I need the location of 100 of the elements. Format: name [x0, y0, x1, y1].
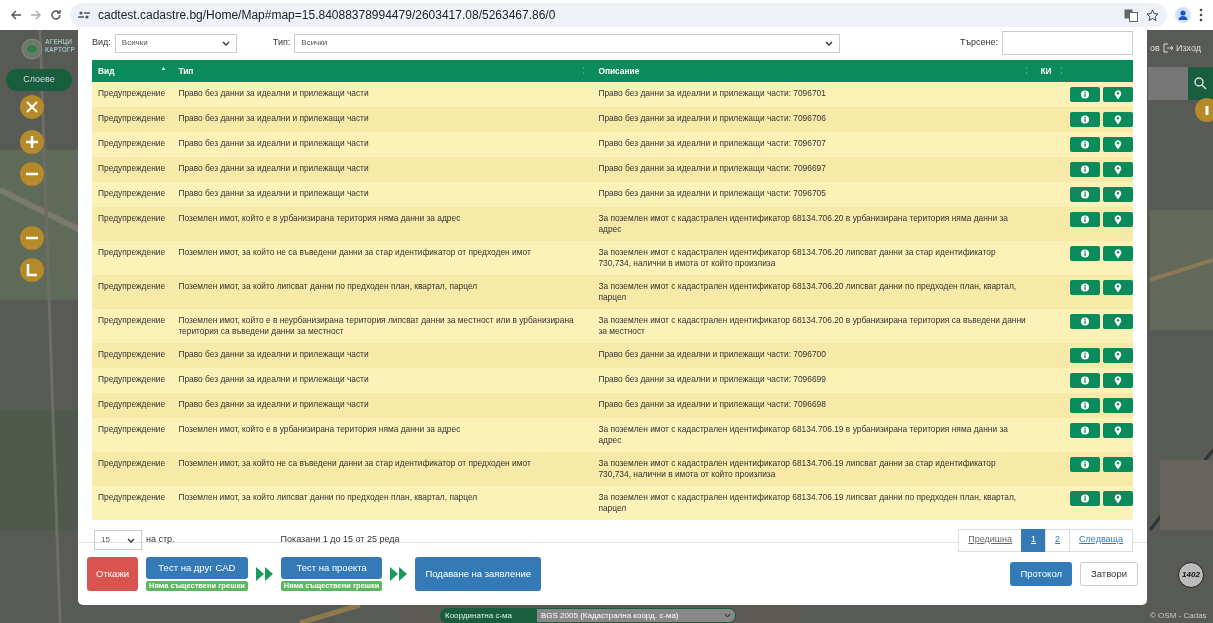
- column-header[interactable]: Вид: [98, 64, 115, 78]
- location-button[interactable]: [1102, 212, 1133, 227]
- table-cell: Предупреждение: [98, 349, 166, 359]
- info-button[interactable]: [1069, 491, 1100, 506]
- table-cell: Поземлен имот, който е в неурбанизирана територия липсват данни за местност или в урбанизирана територия са въведени данни за местност: [178, 315, 574, 336]
- profile-icon[interactable]: [1175, 7, 1191, 23]
- page-size-select[interactable]: 15: [94, 530, 142, 550]
- search-field[interactable]: [1002, 31, 1133, 55]
- step-button[interactable]: Тест на друг CAD: [146, 557, 248, 579]
- caret-icon: [724, 613, 731, 618]
- site-info-icon[interactable]: [78, 10, 90, 20]
- info-button[interactable]: [1069, 137, 1100, 152]
- corner-icon[interactable]: [20, 258, 44, 282]
- info-icon[interactable]: [1193, 98, 1213, 122]
- back-icon[interactable]: [10, 9, 22, 21]
- table-cell: Право без данни за идеални и прилежащи части: [178, 138, 369, 148]
- location-button[interactable]: [1102, 137, 1133, 152]
- table-cell: Предупреждение: [98, 492, 166, 502]
- close-button[interactable]: Затвори: [1080, 562, 1138, 586]
- info-button[interactable]: [1069, 212, 1100, 227]
- table-cell: Право без данни за идеални и прилежащи части: [178, 188, 369, 198]
- location-button[interactable]: [1102, 398, 1133, 413]
- table-cell: За поземлен имот с кадастрален идентификатор 68134.706.20 в урбанизирана територия няма данни за адрес: [598, 213, 1008, 234]
- location-button[interactable]: [1102, 280, 1133, 295]
- info-button[interactable]: [1069, 112, 1100, 127]
- page-link[interactable]: 2: [1045, 528, 1071, 552]
- page-link[interactable]: 1: [1021, 528, 1047, 552]
- table-cell: Право без данни за идеални и прилежащи части: [178, 399, 369, 409]
- expand-icon[interactable]: [20, 95, 44, 119]
- info-button[interactable]: [1069, 398, 1100, 413]
- column-header[interactable]: Тип: [178, 64, 194, 78]
- table-cell: Предупреждение: [98, 88, 166, 98]
- table-cell: Предупреждение: [98, 188, 166, 198]
- table-cell: Право без данни за идеални и прилежащи части: 7096697: [598, 163, 826, 173]
- info-button[interactable]: [1069, 162, 1100, 177]
- location-button[interactable]: [1102, 314, 1133, 329]
- step-button[interactable]: Тест на проекта: [280, 557, 383, 579]
- map-link[interactable]: ов: [1150, 42, 1160, 56]
- location-button[interactable]: [1102, 87, 1133, 102]
- info-button[interactable]: [1069, 348, 1100, 363]
- location-button[interactable]: [1102, 491, 1133, 506]
- location-button[interactable]: [1102, 348, 1133, 363]
- location-button[interactable]: [1102, 112, 1133, 127]
- exit-icon[interactable]: [1163, 43, 1174, 53]
- select-field[interactable]: Всички: [294, 33, 841, 53]
- search-field[interactable]: [1148, 67, 1188, 100]
- zoom-in-icon[interactable]: [20, 130, 44, 154]
- info-button[interactable]: [1069, 246, 1100, 261]
- table-cell: Предупреждение: [98, 399, 166, 409]
- table-cell: Предупреждение: [98, 213, 166, 223]
- submit-button[interactable]: Подаване на заявление: [415, 557, 541, 591]
- table-cell: Поземлен имот, който е в урбанизирана територия няма данни за адрес: [178, 424, 461, 434]
- page-link[interactable]: Следваща: [1069, 528, 1133, 552]
- info-button[interactable]: [1069, 373, 1100, 388]
- forward-icon[interactable]: [30, 9, 42, 21]
- info-button[interactable]: [1069, 423, 1100, 438]
- table-cell: Право без данни за идеални и прилежащи части: 7096698: [598, 399, 826, 409]
- location-button[interactable]: [1102, 187, 1133, 202]
- info-button[interactable]: [1069, 280, 1100, 295]
- star-icon[interactable]: [1146, 8, 1159, 22]
- page-size-label: на стр.: [146, 533, 175, 547]
- table-cell: Предупреждение: [98, 138, 166, 148]
- info-button[interactable]: [1069, 187, 1100, 202]
- zoom-out-icon[interactable]: [20, 162, 44, 186]
- menu-icon[interactable]: [1199, 8, 1203, 22]
- table-cell: Предупреждение: [98, 281, 166, 291]
- table-cell: Поземлен имот, за който не са въведени данни за стар идентификатор от предходен имот: [178, 458, 531, 468]
- table-cell: Право без данни за идеални и прилежащи части: [178, 88, 369, 98]
- column-header[interactable]: Описание: [598, 64, 640, 78]
- table-cell: Право без данни за идеални и прилежащи части: 7096706: [598, 113, 826, 123]
- search-label: Търсене:: [959, 36, 998, 50]
- protocol-button[interactable]: Протокол: [1010, 562, 1072, 586]
- filter-label: Вид:: [92, 36, 111, 50]
- reload-icon[interactable]: [50, 9, 62, 21]
- layers-button[interactable]: Слоеве: [6, 69, 72, 91]
- coordinate-select[interactable]: BGS 2005 (Кадастрална коорд. с-ма): [536, 608, 736, 623]
- location-button[interactable]: [1102, 162, 1133, 177]
- table-cell: Поземлен имот, за който липсват данни по предходен план, квартал, парцел: [178, 281, 478, 291]
- select-field[interactable]: Всички: [114, 33, 237, 53]
- info-button[interactable]: [1069, 314, 1100, 329]
- table-cell: Право без данни за идеални и прилежащи части: 7096705: [598, 188, 826, 198]
- search-icon[interactable]: [1188, 67, 1213, 100]
- info-button[interactable]: [1069, 457, 1100, 472]
- table-cell: Предупреждение: [98, 315, 166, 325]
- caret-icon: [127, 537, 135, 543]
- exit-link[interactable]: Изход: [1176, 42, 1202, 56]
- location-button[interactable]: [1102, 246, 1133, 261]
- table-cell: Предупреждение: [98, 424, 166, 434]
- cancel-button[interactable]: Откажи: [87, 557, 139, 591]
- minus-icon[interactable]: [20, 226, 44, 250]
- page-link[interactable]: Предишна: [958, 528, 1023, 552]
- translate-icon[interactable]: [1124, 8, 1138, 22]
- location-button[interactable]: [1102, 423, 1133, 438]
- table-cell: За поземлен имот с кадастрален идентификатор 68134.706.19 в урбанизирана територия няма данни за адрес: [598, 424, 1008, 445]
- location-button[interactable]: [1102, 457, 1133, 472]
- info-button[interactable]: [1069, 87, 1100, 102]
- table-cell: За поземлен имот с кадастрален идентификатор 68134.706.19 липсват данни по предходен план, квартал, парцел: [598, 492, 1017, 513]
- table-cell: Поземлен имот, който е в урбанизирана територия няма данни за адрес: [178, 213, 461, 223]
- location-button[interactable]: [1102, 373, 1133, 388]
- pagination-summary: Показани 1 до 15 от 25 реда: [280, 533, 400, 547]
